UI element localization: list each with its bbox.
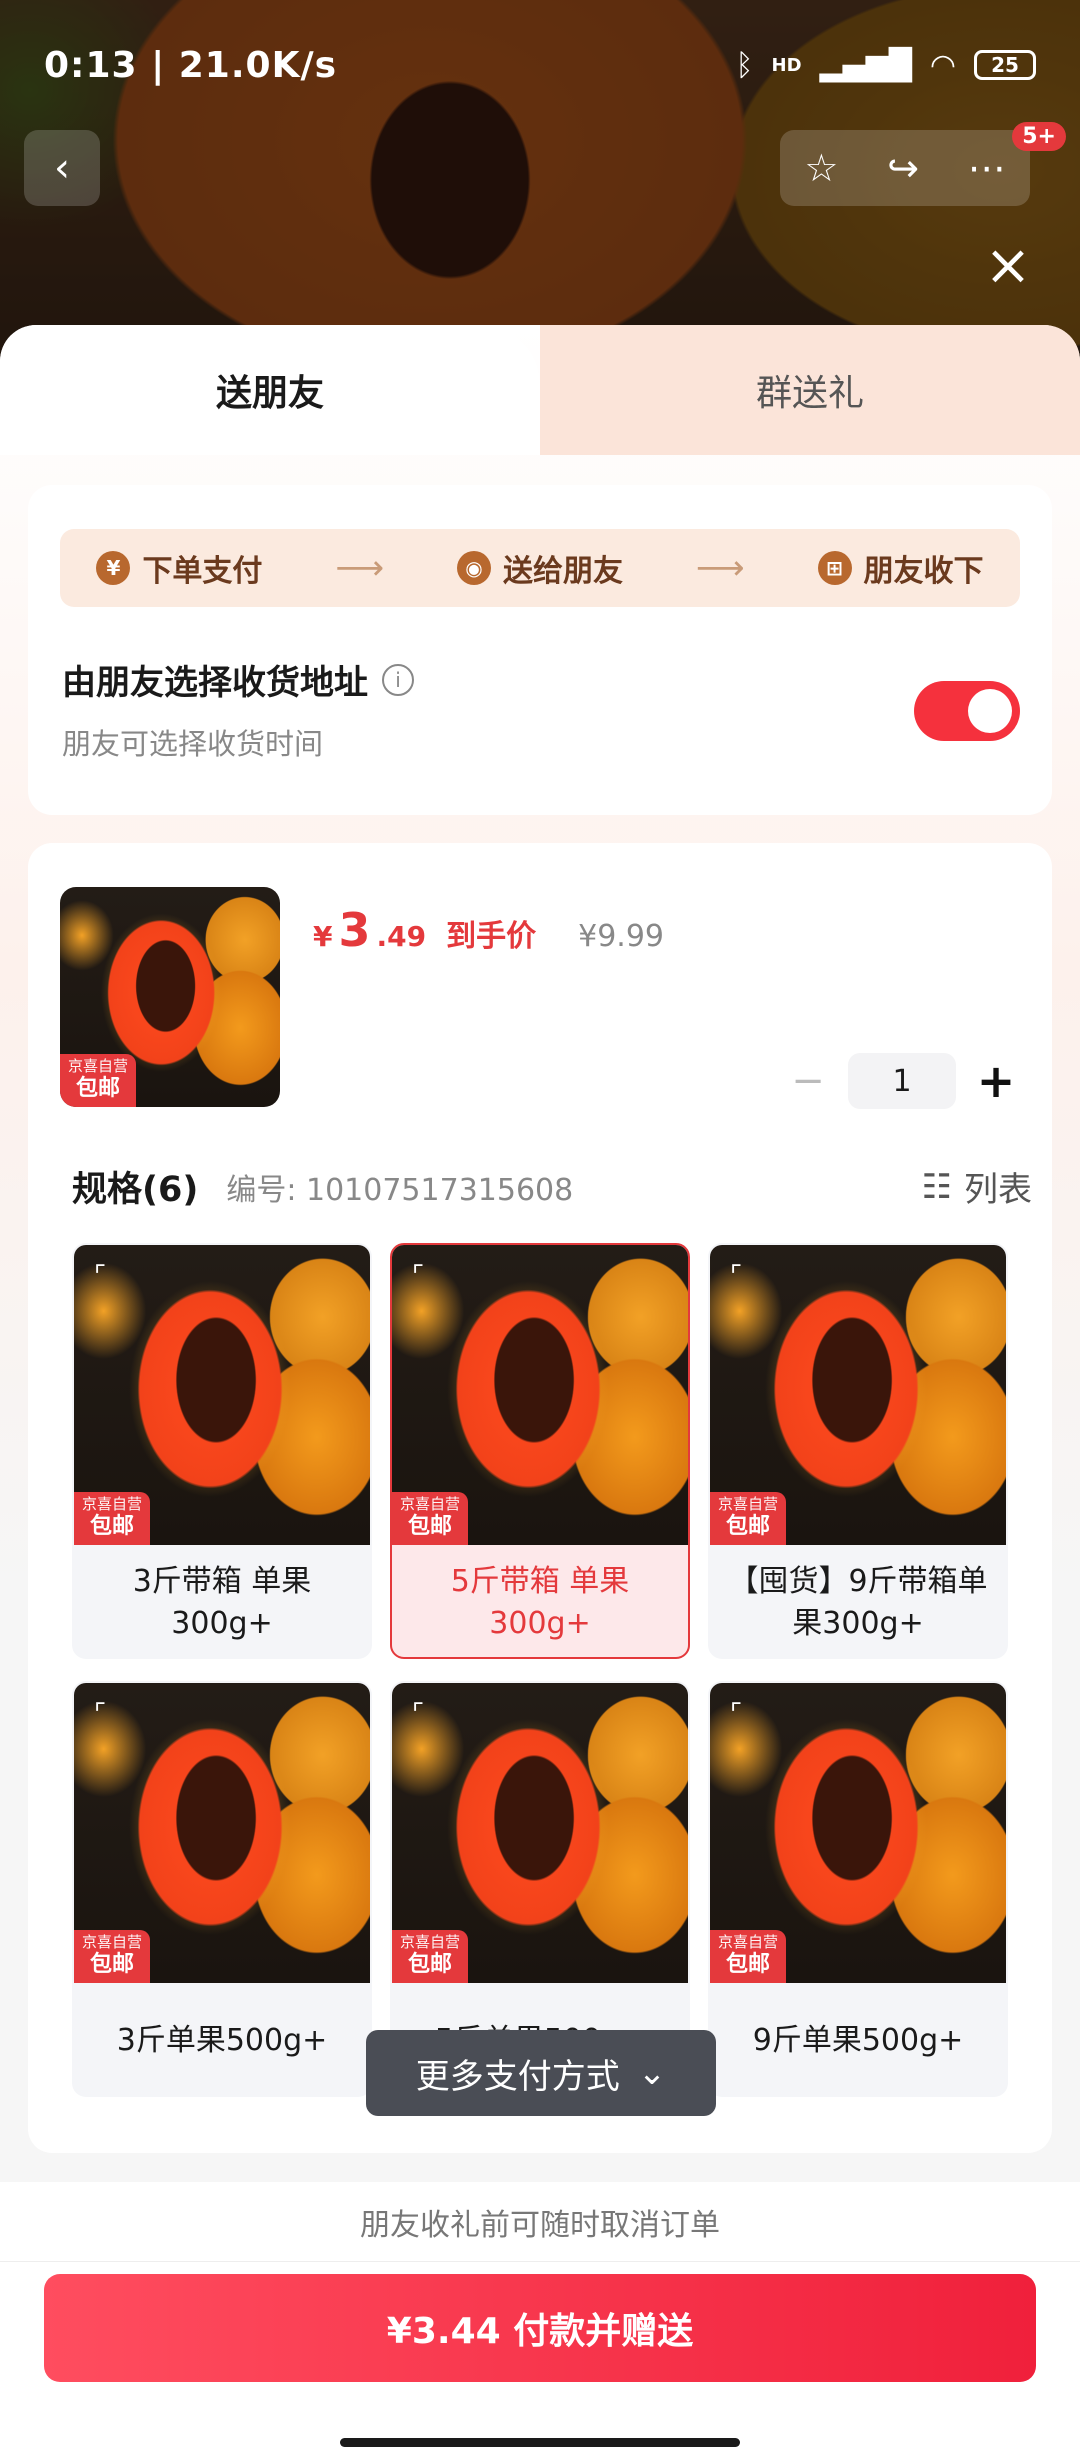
self-operated-tag: 京喜自营 包邮	[710, 1930, 787, 1983]
plus-button[interactable]: +	[976, 1054, 1016, 1108]
zoom-icon[interactable]: ⌜	[412, 1261, 424, 1291]
bluetooth-icon: ᛒ	[735, 47, 754, 83]
gift-flow-card: ¥ 下单支付 ⟶ ◉ 送给朋友 ⟶ ⊞ 朋友收下 由朋友选择收货地址 i 朋友可…	[28, 485, 1052, 815]
original-price: ¥9.99	[578, 919, 664, 954]
zoom-icon[interactable]: ⌜	[94, 1699, 106, 1729]
self-operated-tag: 京喜自营 包邮	[74, 1930, 151, 1983]
sku-image: ⌜ 京喜自营 包邮	[710, 1245, 1006, 1545]
cell-signal-icon: ▂▄▆█	[819, 47, 912, 83]
sku-option[interactable]: ⌜ 京喜自营 包邮 【囤货】9斤带箱单果300g+	[708, 1243, 1008, 1659]
sku-option[interactable]: ⌜ 京喜自营 包邮 3斤带箱 单果300g+	[72, 1243, 372, 1659]
zoom-icon[interactable]: ⌜	[730, 1261, 742, 1291]
info-icon[interactable]: i	[382, 663, 414, 696]
sku-name: 9斤单果500g+	[752, 2023, 964, 2058]
step-pay: ¥ 下单支付	[96, 546, 262, 590]
gift-icon: ⊞	[817, 551, 852, 585]
price-symbol: ¥	[313, 920, 333, 953]
more-payment-label: 更多支付方式	[415, 2056, 620, 2097]
toggle-knob	[968, 689, 1012, 733]
chevron-double-down-icon: ⌄	[637, 2053, 667, 2093]
gift-steps: ¥ 下单支付 ⟶ ◉ 送给朋友 ⟶ ⊞ 朋友收下	[60, 529, 1020, 607]
sku-name: 5斤带箱 单果300g+	[450, 1564, 630, 1641]
sku-option[interactable]: ⌜ 京喜自营 包邮 9斤单果500g+	[708, 1681, 1008, 2097]
minus-button[interactable]: −	[788, 1058, 828, 1104]
step-label: 下单支付	[142, 554, 263, 589]
sku-name: 3斤带箱 单果300g+	[132, 1564, 312, 1641]
notification-badge: 5+	[1012, 122, 1066, 151]
pay-and-gift-button[interactable]: ¥3.44 付款并赠送	[44, 2274, 1036, 2382]
wechat-icon: ◉	[456, 551, 491, 585]
address-subtitle: 朋友可选择收货时间	[62, 727, 324, 761]
self-operated-tag: 京喜自营 包邮	[392, 1930, 469, 1983]
sku-name: 3斤单果500g+	[116, 2023, 328, 2058]
arrow-right-icon: ⟶	[695, 548, 745, 588]
zoom-icon[interactable]: ⌜	[412, 1699, 424, 1729]
product-card: 京喜自营 包邮 ¥ 3 .49 到手价 ¥9.99 − 1 + 规格(6) 编号…	[28, 843, 1052, 2153]
bottom-bar: 朋友收礼前可随时取消订单 ¥3.44 付款并赠送	[0, 2182, 1080, 2460]
sheet-body: 送朋友 群送礼 ¥ 下单支付 ⟶ ◉ 送给朋友 ⟶ ⊞ 朋友收下 由朋友选择收货…	[0, 325, 1080, 2460]
quantity-field[interactable]: 1	[848, 1053, 956, 1109]
gift-tabs: 送朋友 群送礼	[0, 325, 1080, 455]
signal-hd-label: HD	[771, 54, 802, 76]
product-code: 编号: 10107517315608	[226, 1172, 574, 1208]
sku-image: ⌜ 京喜自营 包邮	[74, 1683, 370, 1983]
spec-title: 规格(6)	[72, 1170, 199, 1210]
list-label: 列表	[964, 1170, 1032, 1210]
spec-header: 规格(6) 编号: 10107517315608 ☷ 列表	[72, 1161, 1032, 1212]
sku-option-selected[interactable]: ⌜ 京喜自营 包邮 5斤带箱 单果300g+	[390, 1243, 690, 1659]
self-operated-tag: 京喜自营 包邮	[710, 1492, 787, 1545]
more-icon[interactable]: ⋯	[968, 146, 1006, 190]
yuan-icon: ¥	[96, 551, 131, 585]
sku-option[interactable]: ⌜ 京喜自营 包邮 3斤单果500g+	[72, 1681, 372, 2097]
battery-icon: 25	[974, 50, 1036, 80]
gift-sheet: 送朋友 群送礼 ¥ 下单支付 ⟶ ◉ 送给朋友 ⟶ ⊞ 朋友收下 由朋友选择收货…	[0, 325, 1080, 2460]
friend-address-toggle[interactable]	[914, 681, 1020, 741]
close-icon[interactable]: ×	[980, 238, 1036, 294]
sku-image: ⌜ 京喜自营 包邮	[74, 1245, 370, 1545]
sku-image: ⌜ 京喜自营 包邮	[710, 1683, 1006, 1983]
sku-image: ⌜ 京喜自营 包邮	[392, 1245, 688, 1545]
product-thumbnail[interactable]: 京喜自营 包邮	[60, 887, 280, 1107]
chevron-left-icon: ‹	[54, 145, 70, 191]
self-operated-tag: 京喜自营 包邮	[60, 1054, 137, 1107]
final-price-label: 到手价	[446, 919, 537, 954]
top-nav: ‹ ☆ ↪ ⋯ 5+	[0, 122, 1080, 220]
self-operated-tag: 京喜自营 包邮	[74, 1492, 151, 1545]
zoom-icon[interactable]: ⌜	[730, 1699, 742, 1729]
sku-image: ⌜ 京喜自营 包邮	[392, 1683, 688, 1983]
star-icon[interactable]: ☆	[804, 146, 838, 190]
price-integer: 3	[338, 903, 371, 957]
zoom-icon[interactable]: ⌜	[94, 1261, 106, 1291]
list-icon: ☷	[921, 1166, 952, 1207]
price-decimal: .49	[376, 920, 427, 953]
step-label: 送给朋友	[502, 554, 623, 589]
address-title-text: 由朋友选择收货地址	[62, 663, 368, 703]
back-button[interactable]: ‹	[24, 130, 100, 206]
status-bar: 0:13 | 21.0K/s ᛒ HD ▂▄▆█ ◠ 25	[0, 0, 1080, 130]
nav-action-group: ☆ ↪ ⋯	[780, 130, 1030, 206]
step-label: 朋友收下	[863, 554, 984, 589]
quantity-stepper: − 1 +	[788, 1053, 1016, 1109]
wifi-icon: ◠	[929, 47, 956, 83]
self-operated-tag: 京喜自营 包邮	[392, 1492, 469, 1545]
cancel-hint: 朋友收礼前可随时取消订单	[0, 2182, 1080, 2262]
price-row: ¥ 3 .49 到手价 ¥9.99	[313, 903, 664, 957]
tab-group-gift[interactable]: 群送礼	[540, 325, 1080, 455]
sku-name: 【囤货】9斤带箱单果300g+	[728, 1564, 988, 1641]
share-icon[interactable]: ↪	[887, 146, 919, 190]
status-time: 0:13 | 21.0K/s	[44, 44, 338, 86]
tab-send-friend[interactable]: 送朋友	[0, 325, 540, 455]
more-payment-button[interactable]: 更多支付方式 ⌄	[366, 2030, 716, 2116]
status-icons: ᛒ HD ▂▄▆█ ◠ 25	[735, 47, 1036, 83]
step-send: ◉ 送给朋友	[456, 546, 623, 590]
step-receive: ⊞ 朋友收下	[817, 546, 984, 590]
address-title: 由朋友选择收货地址 i	[62, 655, 414, 704]
home-indicator[interactable]	[340, 2438, 740, 2447]
list-view-toggle[interactable]: ☷ 列表	[922, 1162, 1032, 1211]
arrow-right-icon: ⟶	[335, 548, 385, 588]
sku-grid: ⌜ 京喜自营 包邮 3斤带箱 单果300g+ ⌜ 京喜自营 包邮 5斤带箱 单果…	[72, 1243, 1012, 2097]
